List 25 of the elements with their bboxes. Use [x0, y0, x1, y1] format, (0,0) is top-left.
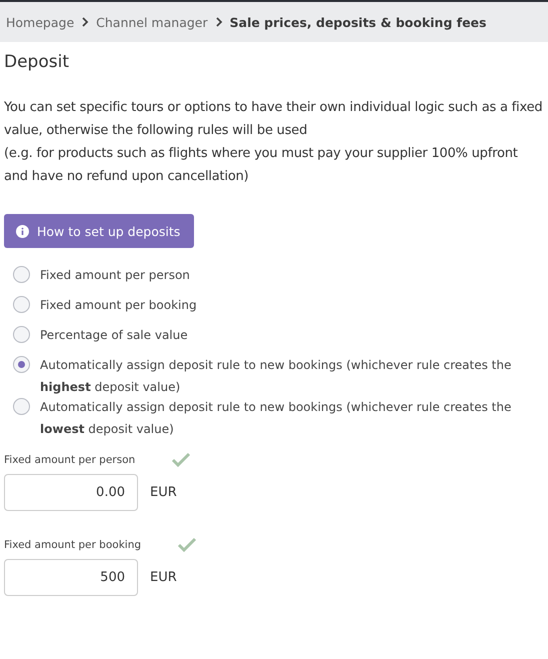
radio-label: Automatically assign deposit rule to new bookings (whichever rule creates the lowest deposit value)	[40, 399, 512, 438]
description-text: You can set specific tours or options to have their own individual logic such as a fixed value, otherwise the following rules will be used	[4, 99, 544, 140]
breadcrumb-link[interactable]: Homepage	[6, 14, 74, 30]
amount-input[interactable]: 0.00	[4, 474, 138, 511]
help-button[interactable]: How to set up deposits	[4, 214, 194, 248]
radio-button[interactable]	[13, 326, 30, 343]
radio-label: Fixed amount per booking	[40, 297, 197, 314]
currency-label: EUR	[150, 485, 177, 500]
chevron-icon	[214, 17, 223, 27]
radio-button[interactable]	[13, 266, 30, 283]
radio-button[interactable]	[13, 398, 30, 415]
info-icon	[16, 224, 29, 238]
field-label: Fixed amount per booking	[4, 539, 142, 551]
field-label: Fixed amount per person	[4, 454, 136, 466]
radio-label: Percentage of sale value	[40, 327, 188, 344]
radio-button[interactable]	[13, 356, 30, 373]
description-text: (e.g. for products such as flights where you must pay your supplier 100% upfront and have no refund upon cancellation)	[4, 145, 519, 186]
radio-label: Fixed amount per person	[40, 267, 190, 284]
radio-label: Automatically assign deposit rule to new bookings (whichever rule creates the highest deposit value)	[40, 357, 512, 396]
radio-button[interactable]	[13, 296, 30, 313]
amount-input[interactable]: 500	[4, 559, 138, 596]
currency-label: EUR	[150, 570, 177, 585]
breadcrumb-link[interactable]: Channel manager	[96, 14, 208, 30]
chevron-icon	[81, 17, 90, 27]
section-heading: Deposit	[4, 52, 70, 72]
